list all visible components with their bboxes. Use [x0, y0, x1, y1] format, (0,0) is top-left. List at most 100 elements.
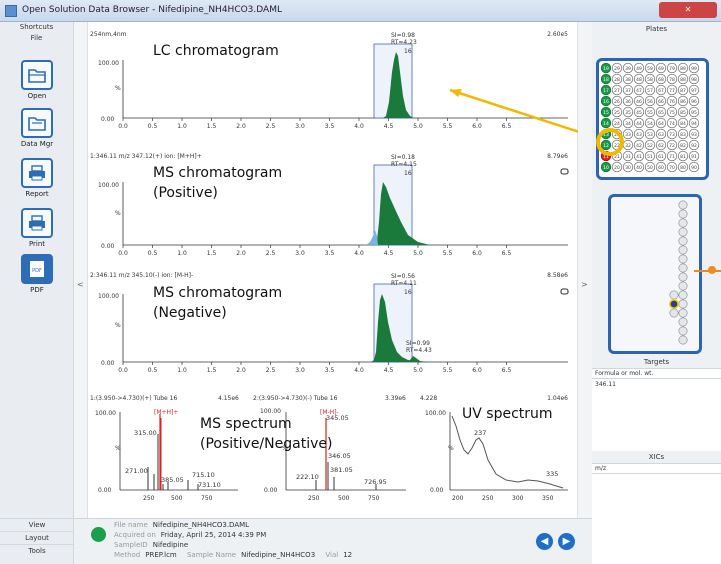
open-button[interactable]: Open [10, 60, 64, 100]
tube-slot[interactable] [678, 308, 688, 318]
tube-grid[interactable] [611, 197, 699, 351]
plate-well-label: 31 [625, 154, 631, 160]
chrom1-xticks: 0.0 0.5 1.0 1.5 2.0 2.5 3.0 3.5 4.0 4.5 5.0 5.5 6.0 6… [118, 118, 511, 130]
x-tick-label: 3.0 [295, 250, 305, 257]
tube-slot[interactable] [678, 335, 688, 345]
tube-slot[interactable] [678, 236, 688, 246]
uv-ypct: % [448, 445, 454, 452]
x-tick-label: 1.5 [207, 123, 217, 130]
plate-well-label: 40 [636, 165, 642, 171]
uv-spectrum-annotation: UV spectrum [462, 406, 553, 422]
plate-well-label: 90 [691, 165, 697, 171]
pdf-button[interactable]: PDF PDF [10, 254, 64, 294]
chrom3-options-icon[interactable] [560, 288, 569, 295]
tube-slot[interactable] [678, 245, 688, 255]
plate-map[interactable]: 19 29 39 49 59 69 79 89 99 18 28 38 48 58 68 78 88 98 17 27… [596, 58, 709, 180]
plots-svg: 254nm,4nm 2.60e5 100.00 % 0.00 SI=0.98 R… [90, 31, 611, 502]
x-tick-label: 4.0 [354, 250, 364, 257]
selected-tube[interactable] [668, 299, 679, 310]
xics-list[interactable] [592, 474, 721, 564]
tube-slot[interactable] [678, 263, 688, 273]
tube-slot[interactable] [669, 290, 679, 300]
plate-well-label: 91 [691, 154, 697, 160]
x-tick-label: 4.5 [384, 123, 394, 130]
tube-slot[interactable] [678, 290, 688, 300]
tube-slot[interactable] [678, 227, 688, 237]
plate-well-label: 25 [614, 110, 620, 116]
x-tick-label: 3.0 [295, 123, 305, 130]
tube-slot[interactable] [669, 308, 679, 318]
chrom2-scale: 8.79e6 [547, 153, 568, 160]
plate-well-label: 64 [658, 121, 664, 127]
chrom2-ypct: % [115, 210, 121, 217]
chrom2-y0: 0.00 [101, 243, 115, 250]
right-collapse-handle[interactable]: > [578, 22, 592, 518]
plate-well-label: 96 [691, 99, 697, 105]
pos-peak-2: 271.00 [125, 467, 148, 475]
tube-slot[interactable] [678, 317, 688, 327]
title-bar: Open Solution Data Browser - Nifedipine_… [0, 0, 721, 22]
report-button[interactable]: Report [10, 158, 64, 198]
plate-well-label: 43 [636, 132, 642, 138]
tube-slot[interactable] [678, 209, 688, 219]
chrom1-header: 254nm,4nm [90, 31, 127, 38]
pos-y100: 100.00 [95, 410, 116, 417]
chrom2-header: 1:346.11 m/z 347.12(+) ion: [M+H]+ [90, 153, 202, 160]
plate-well-label: 38 [625, 77, 631, 83]
x-tick-label: 5.5 [443, 367, 453, 374]
plate-well-label: 70 [669, 165, 675, 171]
ms-neg-chromatogram: 2:346.11 m/z 345.10(-) ion: [M-H]- 8.58e… [90, 272, 569, 374]
chrom2-annotation-2: (Positive) [153, 185, 218, 201]
target-value[interactable]: 346.11 [595, 381, 616, 388]
previous-button[interactable]: ◀ [536, 533, 553, 550]
tube-slot[interactable] [678, 326, 688, 336]
plate-well-label: 73 [669, 132, 675, 138]
pos-xtick-3: 750 [201, 495, 213, 502]
chrom1-tube: 16 [404, 48, 412, 55]
plate-well-label: 97 [691, 88, 697, 94]
layout-section[interactable]: Layout [0, 531, 74, 544]
tube-slot[interactable] [678, 272, 688, 282]
next-button[interactable]: ▶ [558, 533, 575, 550]
file-section-header[interactable]: File [0, 33, 73, 44]
plate-well-label: 89 [680, 66, 686, 72]
x-tick-label: 2.0 [236, 250, 246, 257]
app-icon [5, 5, 17, 17]
plate-well-label: 61 [658, 154, 664, 160]
x-tick-label: 6.5 [502, 367, 512, 374]
chrom3-si: SI=0.56 [391, 273, 415, 280]
targets-list[interactable]: 346.11 [592, 379, 721, 451]
chrom3-header: 2:346.11 m/z 345.10(-) ion: [M-H]- [90, 272, 193, 279]
plate-well-label: 65 [658, 110, 664, 116]
tube-slot[interactable] [678, 218, 688, 228]
plate-grid[interactable]: 19 29 39 49 59 69 79 89 99 18 28 38 48 58 68 78 88 98 17 27… [599, 61, 706, 177]
plate-well-label: 14 [603, 121, 609, 127]
chrom2-xticks: 0.0 0.5 1.0 1.5 2.0 2.5 3.0 3.5 4.0 4.5 5.0 5.5 6.0 6… [118, 245, 511, 257]
tube-rack[interactable] [608, 194, 702, 354]
mz-column-header: m/z [592, 463, 721, 474]
view-section[interactable]: View [0, 518, 74, 531]
open-label: Open [27, 92, 47, 100]
window-controls[interactable]: ✕ [659, 2, 717, 18]
left-collapse-handle[interactable]: < [74, 22, 88, 518]
chrom3-rt: RT=4.11 [391, 280, 417, 287]
plate-well-label: 99 [691, 66, 697, 72]
print-label: Print [28, 240, 46, 248]
neg-peak-3: 381.05 [330, 466, 353, 474]
printer-icon [21, 208, 53, 238]
print-button[interactable]: Print [10, 208, 64, 248]
shortcuts-header[interactable]: Shortcuts [0, 22, 73, 33]
chrom2-options-icon[interactable] [560, 168, 569, 175]
tube-slot[interactable] [678, 200, 688, 210]
tube-slot[interactable] [678, 281, 688, 291]
data-mgr-button[interactable]: Data Mgr [10, 108, 64, 148]
tube-slot[interactable] [678, 254, 688, 264]
plate-well-label: 59 [647, 66, 653, 72]
plate-well-label: 72 [669, 143, 675, 149]
x-tick-label: 4.5 [384, 367, 394, 374]
spec3-scale: 1.04e6 [547, 395, 568, 402]
pos-y0: 0.00 [98, 487, 112, 494]
tube-slot[interactable] [678, 299, 688, 309]
window-title: Open Solution Data Browser - Nifedipine_… [22, 5, 282, 15]
tools-section[interactable]: Tools [0, 544, 74, 557]
